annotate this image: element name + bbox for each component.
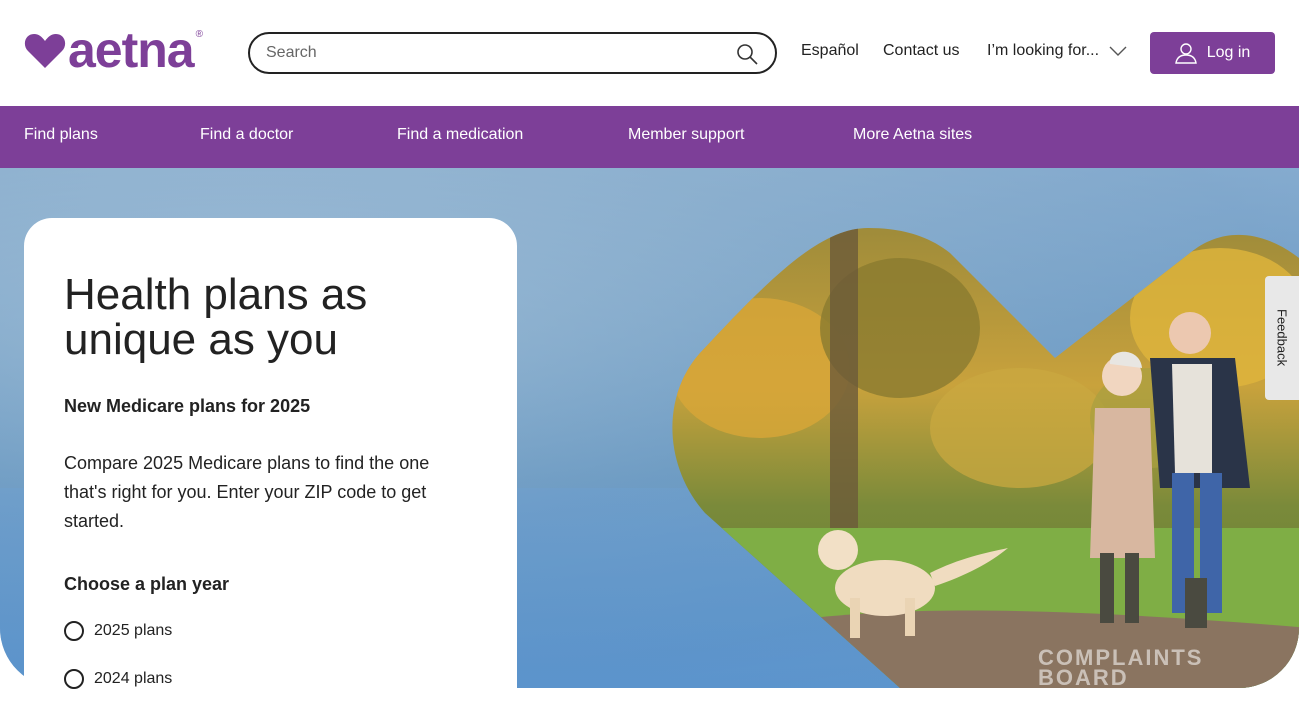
registered-mark: ® [195, 28, 203, 40]
search-input[interactable] [266, 44, 706, 62]
brand-name: aetna [68, 22, 195, 78]
plan-year-2024-option[interactable]: 2024 plans [64, 669, 477, 689]
search-box [248, 32, 777, 74]
radio-button[interactable] [64, 621, 84, 641]
contact-us-link[interactable]: Contact us [883, 42, 959, 60]
search-icon[interactable] [735, 42, 759, 66]
espanol-link[interactable]: Español [801, 42, 859, 60]
heart-logo-icon [24, 34, 66, 68]
watermark-line2: BOARD [1038, 665, 1129, 690]
radio-button[interactable] [64, 669, 84, 689]
login-label: Log in [1206, 44, 1251, 61]
nav-find-doctor[interactable]: Find a doctor [200, 126, 293, 144]
nav-find-plans[interactable]: Find plans [24, 126, 98, 144]
nav-more-aetna-sites[interactable]: More Aetna sites [853, 126, 972, 144]
chevron-down-icon [1109, 46, 1127, 56]
plan-year-label: 2025 plans [94, 622, 173, 639]
plan-card: Health plans as unique as you New Medica… [24, 218, 517, 712]
login-button[interactable]: Log in [1150, 32, 1275, 74]
looking-for-label: I’m looking for... [987, 42, 1100, 59]
feedback-label: Feedback [1274, 309, 1290, 367]
plan-year-2025-option[interactable]: 2025 plans [64, 621, 477, 641]
hero-description: Compare 2025 Medicare plans to find the … [64, 453, 430, 531]
hero-title: Health plans as unique as you [64, 270, 368, 364]
hero-subtitle: New Medicare plans for 2025 [64, 396, 311, 416]
site-header: aetna ® Español Contact us I’m looking f… [0, 0, 1299, 106]
user-icon [1174, 43, 1197, 64]
choose-plan-year-label: Choose a plan year [64, 574, 230, 594]
watermark: COMPLAINTS BOARD SERVING SINCE 2004 [1038, 647, 1203, 712]
watermark-tag: SERVING SINCE 2004 [1038, 697, 1149, 707]
nav-member-support[interactable]: Member support [628, 126, 745, 144]
main-nav: Find plans Find a doctor Find a medicati… [0, 106, 1299, 168]
feedback-tab[interactable]: Feedback [1265, 276, 1299, 400]
plan-year-label: 2024 plans [94, 670, 173, 687]
nav-find-medication[interactable]: Find a medication [397, 126, 523, 144]
looking-for-dropdown[interactable]: I’m looking for... [987, 42, 1127, 60]
aetna-logo[interactable]: aetna ® [24, 22, 224, 78]
